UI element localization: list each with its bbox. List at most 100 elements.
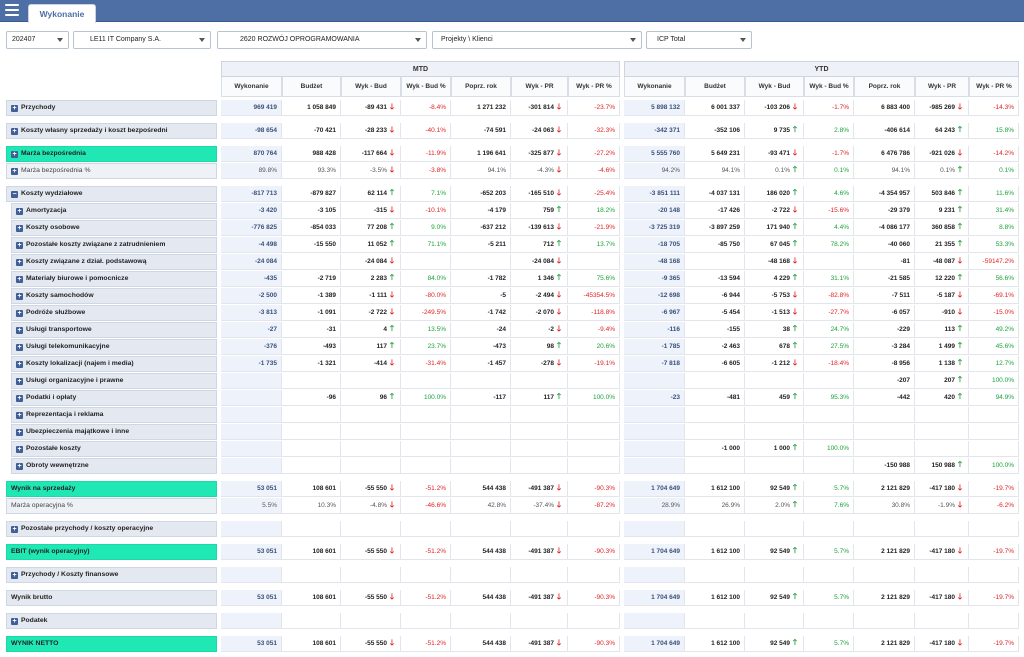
expand-icon[interactable]: +	[16, 327, 23, 334]
expand-icon[interactable]: +	[16, 378, 23, 385]
expand-icon[interactable]: +	[11, 526, 18, 533]
cell-mtd: -10.1%	[401, 203, 451, 219]
chevron-down-icon	[630, 38, 636, 42]
row-label[interactable]: − Koszty wydziałowe	[6, 186, 217, 202]
cell-mtd	[451, 613, 511, 629]
cell-value: -19.7%	[993, 485, 1014, 492]
row-label[interactable]: + Koszty samochodów	[11, 288, 217, 304]
expand-icon[interactable]: +	[16, 463, 23, 470]
expand-icon[interactable]: +	[16, 242, 23, 249]
expand-icon[interactable]: +	[16, 361, 23, 368]
period-select[interactable]: 202407	[6, 31, 69, 49]
cell-mtd	[568, 613, 620, 629]
cell-ytd: 459 🡑	[745, 390, 804, 406]
tab-wykonanie[interactable]: Wykonanie	[28, 4, 96, 23]
cell-value: -879 827	[310, 190, 336, 197]
cell-mtd: -23.7%	[568, 100, 620, 116]
cell-mtd: -55 550 🡓	[341, 636, 401, 652]
arrow-up-icon: 🡑	[556, 273, 562, 282]
arrow-up-icon: 🡑	[556, 239, 562, 248]
cell-mtd: -2 500	[221, 288, 282, 304]
cell-value: 94.1%	[721, 167, 740, 174]
row-label[interactable]: + Usługi organizacyjne i prawne	[11, 373, 217, 389]
menu-icon[interactable]	[5, 4, 19, 17]
expand-icon[interactable]: +	[11, 151, 18, 158]
cell-value: 78.2%	[830, 241, 849, 248]
arrow-down-icon: 🡓	[556, 324, 562, 333]
row-label[interactable]: + Podatki i opłaty	[11, 390, 217, 406]
table-row: + Koszty lokalizacji (najem i media) -1 73…	[0, 356, 1024, 372]
row-label[interactable]: EBIT (wynik operacyjny)	[6, 544, 217, 560]
cell-mtd: 10.3%	[282, 498, 341, 514]
row-label[interactable]: + Reprezentacja i reklama	[11, 407, 217, 423]
cell-mtd	[511, 613, 568, 629]
cell-value: 7.1%	[431, 190, 446, 197]
arrow-down-icon: 🡓	[556, 148, 562, 157]
arrow-down-icon: 🡓	[389, 256, 395, 265]
expand-icon[interactable]: +	[11, 105, 18, 112]
expand-icon[interactable]: +	[16, 225, 23, 232]
cell-ytd: 678 🡑	[745, 339, 804, 355]
arrow-down-icon: 🡓	[556, 592, 562, 601]
row-label[interactable]: + Ubezpieczenia majątkowe i inne	[11, 424, 217, 440]
arrow-down-icon: 🡓	[556, 546, 562, 555]
row-label[interactable]: WYNIK NETTO	[6, 636, 217, 652]
cell-value: 503 846	[931, 190, 956, 197]
chevron-down-icon	[415, 38, 421, 42]
expand-icon[interactable]: +	[11, 618, 18, 625]
cell-value: 10.3%	[317, 502, 336, 509]
cell-mtd: 108 601	[282, 636, 341, 652]
cell-value: -2 070	[535, 309, 554, 316]
expand-icon[interactable]: +	[16, 344, 23, 351]
row-label[interactable]: + Przychody	[6, 100, 217, 116]
expand-icon[interactable]: +	[11, 572, 18, 579]
cell-ytd	[624, 407, 685, 423]
row-label[interactable]: + Usługi transportowe	[11, 322, 217, 338]
row-label[interactable]: + Materiały biurowe i pomocnicze	[11, 271, 217, 287]
expand-icon[interactable]: +	[16, 293, 23, 300]
row-label[interactable]: + Przychody / Koszty finansowe	[6, 567, 217, 583]
cell-mtd: 11 052 🡑	[341, 237, 401, 253]
row-label[interactable]: + Usługi telekomunikacyjne	[11, 339, 217, 355]
row-label[interactable]: + Koszty związane z dział. podstawową	[11, 254, 217, 270]
company-select[interactable]: LE11 IT Company S.A.	[73, 31, 211, 49]
expand-icon[interactable]: +	[16, 412, 23, 419]
row-label[interactable]: + Koszty własny sprzedaży i koszt bezpośr…	[6, 123, 217, 139]
row-label[interactable]: + Pozostałe koszty związane z zatrudnieni…	[11, 237, 217, 253]
row-label[interactable]: + Koszty lokalizacji (najem i media)	[11, 356, 217, 372]
row-label[interactable]: Marża operacyjna %	[6, 498, 217, 514]
expand-icon[interactable]: +	[16, 429, 23, 436]
expand-icon[interactable]: +	[16, 310, 23, 317]
cell-value: -21.9%	[594, 224, 615, 231]
row-label[interactable]: + Marża bezpośrednia %	[6, 163, 217, 179]
row-label[interactable]: + Pozostałe koszty	[11, 441, 217, 457]
department-select[interactable]: 2620 ROZWÓJ OPROGRAMOWANIA	[217, 31, 427, 49]
cell-value: -6 605	[721, 360, 740, 367]
row-label[interactable]: + Koszty osobowe	[11, 220, 217, 236]
collapse-icon[interactable]: −	[11, 191, 18, 198]
row-label[interactable]: + Marża bezpośrednia	[6, 146, 217, 162]
cell-value: 92 549	[770, 640, 790, 647]
project-select[interactable]: Projekty \ Klienci	[432, 31, 642, 49]
expand-icon[interactable]: +	[16, 446, 23, 453]
expand-icon[interactable]: +	[16, 276, 23, 283]
expand-icon[interactable]: +	[11, 168, 18, 175]
cell-value: -1 212	[771, 360, 790, 367]
row-label[interactable]: + Podatek	[6, 613, 217, 629]
cell-ytd	[969, 407, 1019, 423]
cell-mtd	[451, 254, 511, 270]
expand-icon[interactable]: +	[16, 259, 23, 266]
row-label[interactable]: + Amortyzacja	[11, 203, 217, 219]
table-row: + Amortyzacja -3 420 -3 105 -315 🡓 -10.1% -4 17…	[0, 203, 1024, 219]
row-label[interactable]: Wynik na sprzedaży	[6, 481, 217, 497]
expand-icon[interactable]: +	[16, 208, 23, 215]
cell-value: -2 722	[771, 207, 790, 214]
row-label[interactable]: Wynik brutto	[6, 590, 217, 606]
cell-value: 1 271 232	[477, 104, 506, 111]
icp-select[interactable]: ICP Total	[646, 31, 752, 49]
expand-icon[interactable]: +	[16, 395, 23, 402]
row-label[interactable]: + Pozostałe przychody / koszty operacyjne	[6, 521, 217, 537]
expand-icon[interactable]: +	[11, 128, 18, 135]
row-label[interactable]: + Podróże służbowe	[11, 305, 217, 321]
row-label[interactable]: + Obroty wewnętrzne	[11, 458, 217, 474]
